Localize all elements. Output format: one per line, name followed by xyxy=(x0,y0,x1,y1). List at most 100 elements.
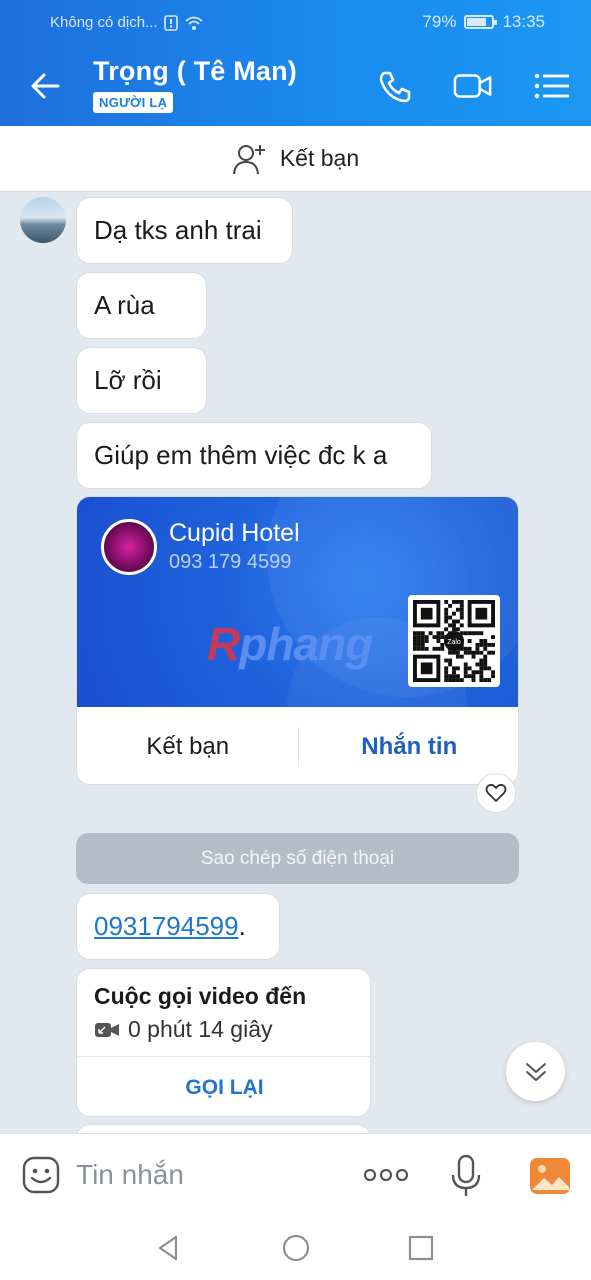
card-add-friend-button[interactable]: Kết bạn xyxy=(77,733,299,761)
contact-card-avatar xyxy=(101,519,157,575)
qr-module xyxy=(452,623,456,628)
nav-recents-icon[interactable] xyxy=(406,1233,436,1263)
qr-module xyxy=(479,662,484,667)
qr-module xyxy=(471,631,476,636)
qr-module xyxy=(420,646,425,651)
message-input[interactable] xyxy=(76,1154,336,1196)
phone-message-bubble[interactable]: 0931794599 . xyxy=(76,893,280,960)
message-input-bar xyxy=(0,1133,591,1215)
qr-module xyxy=(459,600,464,604)
qr-module xyxy=(440,631,445,636)
qr-module xyxy=(491,670,495,675)
menu-list-icon[interactable] xyxy=(532,68,572,104)
qr-module xyxy=(455,607,460,612)
qr-module xyxy=(471,654,476,659)
phone-number-link[interactable]: 0931794599 xyxy=(94,911,239,942)
qr-module xyxy=(471,674,476,679)
status-left: Không có dịch... xyxy=(50,14,204,31)
qr-module xyxy=(487,642,492,647)
microphone-icon[interactable] xyxy=(448,1154,484,1198)
qr-module xyxy=(452,670,456,675)
message-bubble[interactable]: Lỡ rồi xyxy=(76,347,207,414)
nav-back-icon[interactable] xyxy=(154,1233,184,1263)
emoji-icon[interactable] xyxy=(22,1156,60,1194)
qr-module xyxy=(471,650,476,655)
qr-module xyxy=(420,631,425,636)
qr-module xyxy=(413,642,417,647)
contact-card[interactable]: Cupid Hotel 093 179 4599 Rphang Zalo Kết… xyxy=(76,496,519,785)
qr-module xyxy=(424,639,429,643)
message-text: Giúp em thêm việc đc k a xyxy=(94,440,388,470)
qr-module xyxy=(436,639,441,643)
message-text: A rùa xyxy=(94,290,155,320)
qr-module xyxy=(436,635,441,640)
qr-module xyxy=(479,642,484,647)
react-heart-button[interactable] xyxy=(476,773,516,813)
qr-module xyxy=(432,635,437,640)
sender-avatar[interactable] xyxy=(20,197,66,243)
phone-icon[interactable] xyxy=(375,68,415,104)
gallery-icon[interactable] xyxy=(528,1156,572,1196)
chat-header: Trọng ( Tê Man) NGƯỜI LẠ xyxy=(0,46,591,126)
qr-module xyxy=(463,662,468,667)
status-bar: Không có dịch... 79% 13:35 xyxy=(0,0,591,46)
qr-module xyxy=(491,635,495,640)
message-text: Dạ tks anh trai xyxy=(94,215,262,245)
qr-module xyxy=(413,639,417,643)
qr-module xyxy=(444,607,449,612)
contact-name[interactable]: Trọng ( Tê Man) xyxy=(93,56,297,87)
message-bubble[interactable]: Dạ tks anh trai xyxy=(76,197,293,264)
qr-module xyxy=(455,650,460,655)
qr-module xyxy=(479,631,484,636)
card-divider xyxy=(298,727,299,767)
qr-module xyxy=(479,678,484,682)
qr-finder-square xyxy=(420,607,433,620)
qr-module xyxy=(487,666,492,671)
more-options-icon[interactable] xyxy=(362,1158,410,1192)
qr-module xyxy=(420,639,425,643)
qr-module xyxy=(463,650,468,655)
message-bubble[interactable]: Giúp em thêm việc đc k a xyxy=(76,422,432,489)
qr-module xyxy=(479,639,484,643)
scroll-to-bottom-button[interactable] xyxy=(506,1042,565,1101)
contact-card-header: Cupid Hotel 093 179 4599 Rphang Zalo xyxy=(77,497,518,707)
qr-module xyxy=(455,678,460,682)
call-back-button[interactable]: GỌI LẠI xyxy=(77,1057,370,1116)
qr-module xyxy=(475,650,480,655)
qr-module xyxy=(440,635,445,640)
card-message-button[interactable]: Nhắn tin xyxy=(299,733,519,761)
back-arrow-icon[interactable] xyxy=(28,68,64,104)
qr-code[interactable]: Zalo xyxy=(408,595,500,687)
qr-module xyxy=(463,670,468,675)
qr-module xyxy=(467,650,472,655)
qr-module xyxy=(424,635,429,640)
qr-module xyxy=(487,678,492,682)
qr-module xyxy=(448,674,453,679)
nav-home-icon[interactable] xyxy=(281,1233,311,1263)
copy-phone-button[interactable]: Sao chép số điện thoại xyxy=(76,833,519,884)
qr-module xyxy=(452,674,456,679)
carrier-text: Không có dịch... xyxy=(50,14,158,31)
add-friend-bar[interactable]: Kết bạn xyxy=(0,126,591,192)
message-text: Lỡ rồi xyxy=(94,365,162,395)
qr-module xyxy=(413,635,417,640)
qr-module xyxy=(448,658,453,663)
missed-video-icon xyxy=(95,1022,119,1037)
stranger-badge: NGƯỜI LẠ xyxy=(93,92,174,113)
qr-module xyxy=(459,611,464,616)
qr-module xyxy=(436,631,441,636)
qr-module xyxy=(459,654,464,659)
qr-module xyxy=(448,678,453,682)
qr-module xyxy=(455,627,460,632)
qr-module xyxy=(455,600,460,604)
qr-module xyxy=(448,650,453,655)
add-friend-icon xyxy=(232,144,265,174)
qr-module xyxy=(448,623,453,628)
qr-module xyxy=(487,650,492,655)
qr-module xyxy=(420,642,425,647)
contact-card-actions: Kết bạn Nhắn tin xyxy=(77,707,519,784)
message-bubble[interactable]: A rùa xyxy=(76,272,207,339)
video-call-icon[interactable] xyxy=(453,68,493,104)
qr-module xyxy=(440,646,445,651)
qr-module xyxy=(467,646,472,651)
